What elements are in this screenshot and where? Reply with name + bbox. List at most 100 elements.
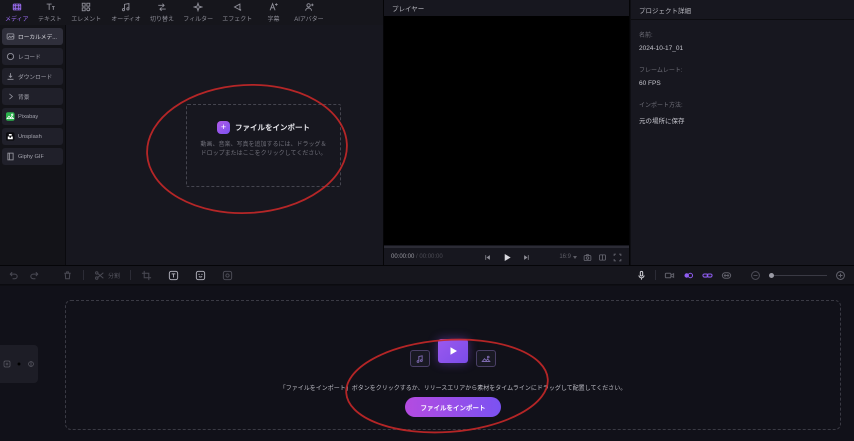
ai-avatar-icon — [304, 2, 314, 12]
timeline-area: 「ファイルをインポート」ボタンをクリックするか、リリースエリアから素材をタイムラ… — [0, 286, 854, 441]
zoom-slider[interactable] — [769, 272, 827, 278]
sidebar-item-giphy[interactable]: Giphy GIF — [2, 148, 63, 165]
video-card-icon — [438, 339, 468, 363]
field-framerate: フレームレート: 60 FPS — [639, 65, 846, 87]
media-types-illustration — [408, 339, 498, 371]
divider — [130, 270, 132, 280]
pixabay-logo — [6, 112, 15, 121]
next-frame-icon[interactable] — [521, 253, 530, 262]
media-library-panel: + ファイルをインポート 動画、音楽、写真を追加するには、ドラッグ＆ドロップまた… — [65, 25, 383, 265]
audio-icon — [121, 2, 131, 12]
crop-icon[interactable] — [141, 270, 152, 281]
sidebar-item-label: ローカルメデ... — [18, 35, 57, 41]
text-icon — [45, 2, 55, 12]
tab-filters[interactable]: フィルター — [182, 2, 214, 23]
effects-icon — [232, 2, 242, 12]
tab-transitions[interactable]: 切り替え — [149, 2, 175, 23]
timeline-dropzone[interactable]: 「ファイルをインポート」ボタンをクリックするか、リリースエリアから素材をタイムラ… — [65, 300, 841, 430]
player-controls: 00:00:00 / 00:00:00 16:9 — [384, 249, 629, 265]
field-name: 名前: 2024-10-17_01 — [639, 30, 846, 52]
tab-label: 切り替え — [149, 16, 174, 23]
add-track-icon[interactable] — [3, 360, 11, 368]
field-import-method: インポート方法: 元の場所に保存 — [639, 100, 846, 125]
plus-icon: + — [217, 121, 230, 134]
media-import-dropzone[interactable]: + ファイルをインポート 動画、音楽、写真を追加するには、ドラッグ＆ドロップまた… — [186, 104, 341, 187]
text-tool-icon[interactable] — [168, 270, 179, 281]
import-hint-text: 動画、音楽、写真を追加するには、ドラッグ＆ドロップまたはここをクリックしてくださ… — [200, 142, 327, 158]
microphone-icon[interactable] — [636, 270, 647, 281]
field-label: インポート方法: — [639, 103, 683, 109]
player-title: プレイヤー — [392, 6, 425, 13]
tab-label: オーディオ — [110, 16, 141, 23]
import-files-button[interactable]: ファイルをインポート — [405, 397, 501, 417]
previous-frame-icon[interactable] — [483, 253, 492, 262]
sidebar-item-unsplash[interactable]: Unsplash — [2, 128, 63, 145]
divider — [83, 270, 84, 280]
point-icon[interactable] — [15, 360, 23, 368]
elements-icon — [81, 2, 91, 12]
sidebar-item-label: ダウンロード — [18, 75, 53, 81]
unsplash-logo — [6, 132, 15, 141]
link-icon[interactable] — [702, 270, 713, 281]
sidebar-item-pixabay[interactable]: Pixabay — [2, 108, 63, 125]
zoom-plus-icon[interactable] — [835, 270, 846, 281]
download-icon — [6, 72, 15, 81]
local-media-icon — [6, 32, 15, 41]
tab-elements[interactable]: エレメント — [70, 2, 103, 23]
tab-text[interactable]: テキスト — [37, 2, 63, 23]
mark-icon[interactable] — [598, 253, 607, 262]
sidebar-item-download[interactable]: ダウンロード — [2, 68, 63, 85]
sticker-tool-icon[interactable] — [195, 270, 206, 281]
filter-icon — [193, 2, 203, 12]
field-value: 60 FPS — [639, 80, 661, 87]
timeline-toolbar: 分割 — [0, 265, 854, 285]
zoom-slider-thumb[interactable] — [769, 272, 774, 278]
filmora-app-window: メディア テキスト エレメント オーディオ 切り替え フィルター エフェクト 字… — [0, 0, 854, 441]
chevron-down-icon — [573, 255, 577, 259]
project-details-title: プロジェクト詳細 — [639, 7, 691, 15]
field-value: 元の場所に保存 — [639, 118, 685, 125]
scissors-icon — [94, 270, 105, 281]
film-roll-icon[interactable] — [664, 270, 675, 281]
timeline-empty-hint: 「ファイルをインポート」ボタンをクリックするか、リリースエリアから素材をタイムラ… — [279, 386, 627, 392]
visibility-icon[interactable] — [27, 360, 35, 368]
timecode: 00:00:00 / 00:00:00 — [391, 254, 443, 260]
tab-label: 字幕 — [267, 16, 280, 23]
magnet-icon[interactable] — [683, 270, 694, 281]
split-label: 分割 — [108, 273, 121, 280]
record-icon — [6, 52, 15, 61]
tab-effects[interactable]: エフェクト — [221, 2, 254, 23]
project-details-header: プロジェクト詳細 — [631, 0, 854, 20]
aspect-ratio-selector[interactable]: 16:9 — [559, 254, 577, 260]
undo-icon[interactable] — [8, 270, 19, 281]
snapshot-icon[interactable] — [583, 253, 592, 262]
fullscreen-icon[interactable] — [613, 253, 622, 262]
redo-icon[interactable] — [29, 270, 40, 281]
tab-label: フィルター — [182, 16, 213, 23]
chevron-right-icon — [6, 92, 15, 101]
tab-label: メディア — [5, 16, 29, 23]
video-preview-area[interactable] — [384, 16, 629, 245]
tab-label: エフェクト — [222, 16, 253, 23]
tab-label: エレメント — [71, 16, 102, 23]
tab-ai-avatar[interactable]: AIアバター — [293, 2, 325, 23]
tab-audio[interactable]: オーディオ — [110, 2, 142, 23]
split-tool[interactable]: 分割 — [94, 270, 120, 281]
trash-icon[interactable] — [62, 270, 73, 281]
sidebar-item-background[interactable]: 背景 — [2, 88, 63, 105]
zoom-minus-icon[interactable] — [750, 270, 761, 281]
tab-label: AIアバター — [294, 16, 325, 23]
field-label: フレームレート: — [639, 68, 683, 74]
play-icon[interactable] — [501, 252, 512, 263]
field-value: 2024-10-17_01 — [639, 45, 684, 52]
sidebar-item-local-media[interactable]: ローカルメデ... — [2, 28, 63, 45]
tab-subtitles[interactable]: 字幕 — [260, 2, 286, 23]
tab-media[interactable]: メディア — [4, 2, 30, 23]
record-tool-icon[interactable] — [222, 270, 233, 281]
project-details-panel: プロジェクト詳細 名前: 2024-10-17_01 フレームレート: 60 F… — [631, 0, 854, 265]
seek-bar[interactable] — [384, 246, 629, 248]
sidebar-item-record[interactable]: レコード — [2, 48, 63, 65]
giphy-logo — [6, 152, 15, 161]
arrows-horizontal-icon[interactable] — [721, 270, 732, 281]
import-title: ファイルをインポート — [235, 123, 310, 132]
